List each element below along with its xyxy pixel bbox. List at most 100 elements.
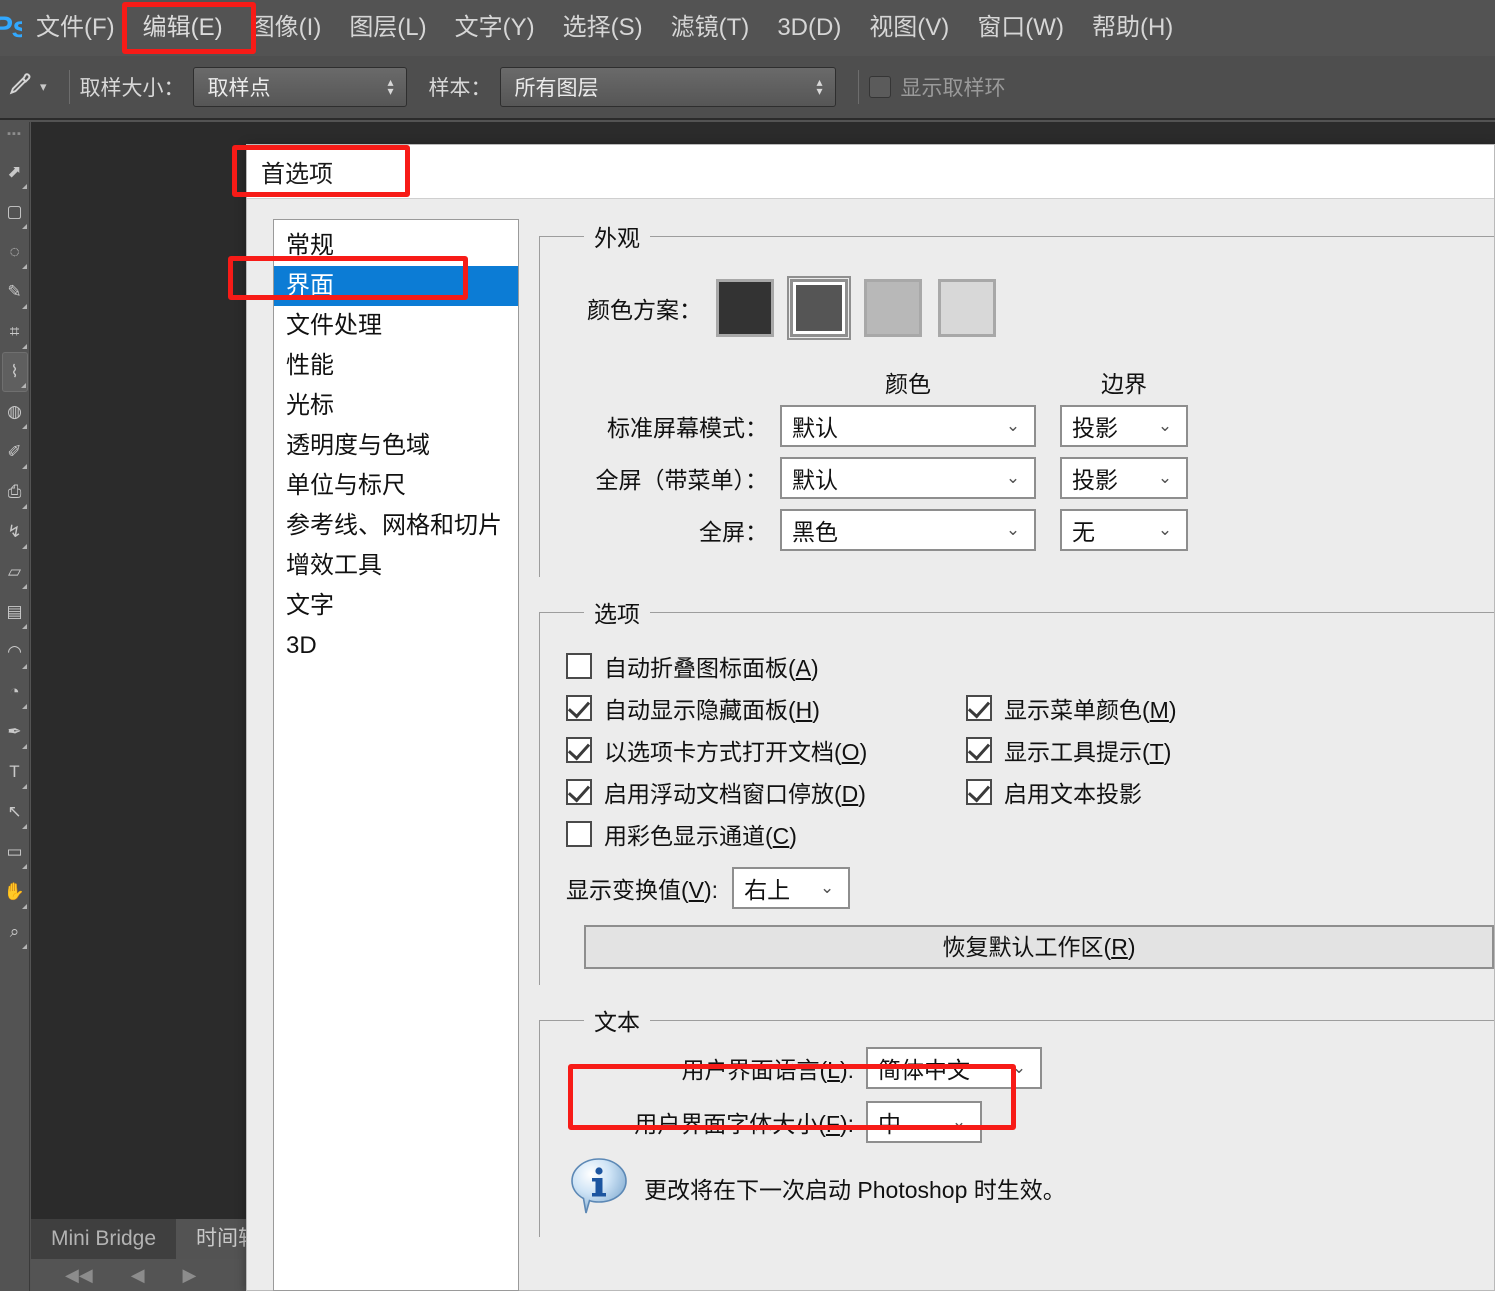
- menu-file[interactable]: 文件(F): [22, 0, 129, 56]
- ui-font-size-select[interactable]: 中 ⌄: [866, 1101, 982, 1143]
- tool-healing[interactable]: ◍: [2, 392, 28, 432]
- sidebar-item-general[interactable]: 常规: [274, 226, 518, 266]
- color-scheme-swatch-darkest[interactable]: [716, 279, 774, 337]
- ui-font-size-row: 用户界面字体大小(F): 中 ⌄: [566, 1101, 1494, 1143]
- menu-window[interactable]: 窗口(W): [963, 0, 1078, 56]
- fullscreen-color-select[interactable]: 黑色 ⌄: [780, 509, 1036, 551]
- sidebar-item-performance[interactable]: 性能: [274, 346, 518, 386]
- menu-select[interactable]: 选择(S): [549, 0, 657, 56]
- stepper-icon: ▴ ▾: [387, 75, 394, 98]
- checkbox-show-tooltips-row[interactable]: 显示工具提示(T): [966, 729, 1326, 771]
- sidebar-item-units-rulers[interactable]: 单位与标尺: [274, 466, 518, 506]
- menu-filter[interactable]: 滤镜(T): [657, 0, 764, 56]
- menu-layer[interactable]: 图层(L): [335, 0, 440, 56]
- menu-type[interactable]: 文字(Y): [441, 0, 549, 56]
- menu-3d[interactable]: 3D(D): [763, 0, 855, 56]
- checkbox-enable-text-shadow[interactable]: [966, 779, 992, 805]
- tool-history-brush[interactable]: ↯: [2, 512, 28, 552]
- tool-move[interactable]: ⬈: [2, 152, 28, 192]
- sidebar-item-interface[interactable]: 界面: [274, 266, 518, 306]
- preferences-dialog: 首选项 常规 界面 文件处理 性能 光标 透明度与色域 单位与标尺 参考线、网格…: [246, 144, 1495, 1291]
- checkbox-auto-show-hidden[interactable]: [566, 695, 592, 721]
- play-icon[interactable]: ▶: [183, 1265, 197, 1286]
- tool-eraser[interactable]: ▱: [2, 552, 28, 592]
- tool-eyedropper[interactable]: ⌇: [1, 352, 28, 392]
- tool-brush[interactable]: ✐: [2, 432, 28, 472]
- show-transform-values-value: 右上: [744, 877, 791, 903]
- sidebar-item-transparency[interactable]: 透明度与色域: [274, 426, 518, 466]
- fullscreen-border-select[interactable]: 无 ⌄: [1060, 509, 1188, 551]
- tool-text[interactable]: T: [2, 752, 28, 792]
- options-divider-1: [68, 70, 70, 104]
- checkbox-enable-text-shadow-row[interactable]: 启用文本投影: [966, 771, 1326, 813]
- options-group: 选项 自动折叠图标面板(A) 自动显示隐藏面板(H) 以选项卡方式打开文档(O)…: [539, 595, 1494, 985]
- eyedropper-icon[interactable]: [2, 71, 36, 104]
- photoshop-window: Ps 文件(F) 编辑(E) 图像(I) 图层(L) 文字(Y) 选择(S) 滤…: [0, 0, 1495, 1291]
- show-transform-values-select[interactable]: 右上 ⌄: [732, 867, 851, 909]
- color-scheme-swatch-dark[interactable]: [787, 276, 851, 340]
- tool-zoom[interactable]: ⌕: [2, 912, 28, 952]
- reset-workspace-button[interactable]: 恢复默认工作区(R): [584, 925, 1494, 969]
- fullscreen-border-value: 无: [1072, 519, 1095, 545]
- show-transform-values-row: 显示变换值(V): 右上 ⌄: [566, 867, 1494, 909]
- ui-font-size-label: 用户界面字体大小(F):: [634, 1111, 854, 1137]
- sidebar-item-guides-grid[interactable]: 参考线、网格和切片: [274, 506, 518, 546]
- tool-gradient[interactable]: ▤: [2, 592, 28, 632]
- prev-frame-icon[interactable]: ◀: [131, 1265, 145, 1286]
- standard-screen-mode-border-select[interactable]: 投影 ⌄: [1060, 405, 1188, 447]
- checkbox-color-channels-row[interactable]: 用彩色显示通道(C): [566, 813, 966, 855]
- text-legend: 文本: [594, 1009, 640, 1035]
- sidebar-item-3d[interactable]: 3D: [274, 626, 518, 666]
- sidebar-item-plugins[interactable]: 增效工具: [274, 546, 518, 586]
- menu-help[interactable]: 帮助(H): [1078, 0, 1187, 56]
- sample-value: 所有图层: [514, 77, 599, 100]
- tool-lasso[interactable]: ◌: [2, 232, 28, 272]
- menu-edit[interactable]: 编辑(E): [129, 0, 237, 56]
- tool-marquee[interactable]: ▢: [2, 192, 28, 232]
- tab-mini-bridge[interactable]: Mini Bridge: [31, 1219, 177, 1259]
- checkbox-auto-collapse[interactable]: [566, 653, 592, 679]
- tool-pen[interactable]: ✒: [2, 712, 28, 752]
- ui-language-select[interactable]: 简体中文 ⌄: [866, 1047, 1042, 1089]
- text-group: 文本 用户界面语言(L): 简体中文 ⌄ 用户界面字体大小(F): 中 ⌄ 更改…: [539, 1003, 1494, 1237]
- preferences-category-list[interactable]: 常规 界面 文件处理 性能 光标 透明度与色域 单位与标尺 参考线、网格和切片 …: [273, 219, 519, 1291]
- standard-screen-mode-color-select[interactable]: 默认 ⌄: [780, 405, 1036, 447]
- tool-quick-select[interactable]: ✎: [2, 272, 28, 312]
- chevron-down-icon: ⌄: [1005, 468, 1021, 487]
- menu-image[interactable]: 图像(I): [237, 0, 336, 56]
- checkbox-show-menu-colors-row[interactable]: 显示菜单颜色(M): [966, 687, 1326, 729]
- show-sampling-ring-checkbox[interactable]: [868, 76, 891, 98]
- fullscreen-with-menu-color-select[interactable]: 默认 ⌄: [780, 457, 1036, 499]
- menu-view[interactable]: 视图(V): [855, 0, 963, 56]
- tool-blur[interactable]: ◠: [2, 632, 28, 672]
- fullscreen-with-menu-border-select[interactable]: 投影 ⌄: [1060, 457, 1188, 499]
- sample-select[interactable]: 所有图层 ▴ ▾: [499, 67, 836, 107]
- show-transform-values-label: 显示变换值(V):: [566, 877, 719, 903]
- checkbox-show-menu-colors[interactable]: [966, 695, 992, 721]
- sample-size-select[interactable]: 取样点 ▴ ▾: [192, 67, 407, 107]
- tool-shape[interactable]: ▭: [2, 832, 28, 872]
- tool-preset-caret-icon[interactable]: ▾: [40, 79, 47, 95]
- color-scheme-swatch-medium[interactable]: [864, 279, 922, 337]
- tool-crop[interactable]: ⌗: [2, 312, 28, 352]
- sidebar-item-cursors[interactable]: 光标: [274, 386, 518, 426]
- checkbox-auto-collapse-row[interactable]: 自动折叠图标面板(A): [566, 645, 966, 687]
- checkbox-enable-floating-dock-row[interactable]: 启用浮动文档窗口停放(D): [566, 771, 966, 813]
- tool-path-select[interactable]: ↖: [2, 792, 28, 832]
- checkbox-enable-floating-dock[interactable]: [566, 779, 592, 805]
- checkbox-open-as-tabs[interactable]: [566, 737, 592, 763]
- tool-dodge[interactable]: ◔: [2, 672, 28, 712]
- sidebar-item-type[interactable]: 文字: [274, 586, 518, 626]
- sidebar-item-file-handling[interactable]: 文件处理: [274, 306, 518, 346]
- color-scheme-swatch-light[interactable]: [938, 279, 996, 337]
- tool-hand[interactable]: ✋: [2, 872, 28, 912]
- checkbox-show-tooltips[interactable]: [966, 737, 992, 763]
- ui-language-label: 用户界面语言(L):: [681, 1057, 854, 1083]
- skip-start-icon[interactable]: ◀◀: [65, 1265, 93, 1286]
- dialog-title: 首选项: [261, 161, 333, 188]
- panel-grip-icon[interactable]: ▪▪▪: [7, 128, 22, 140]
- checkbox-color-channels[interactable]: [566, 821, 592, 847]
- checkbox-auto-show-hidden-row[interactable]: 自动显示隐藏面板(H): [566, 687, 966, 729]
- checkbox-open-as-tabs-row[interactable]: 以选项卡方式打开文档(O): [566, 729, 966, 771]
- tool-clone-stamp[interactable]: ⎙: [2, 472, 28, 512]
